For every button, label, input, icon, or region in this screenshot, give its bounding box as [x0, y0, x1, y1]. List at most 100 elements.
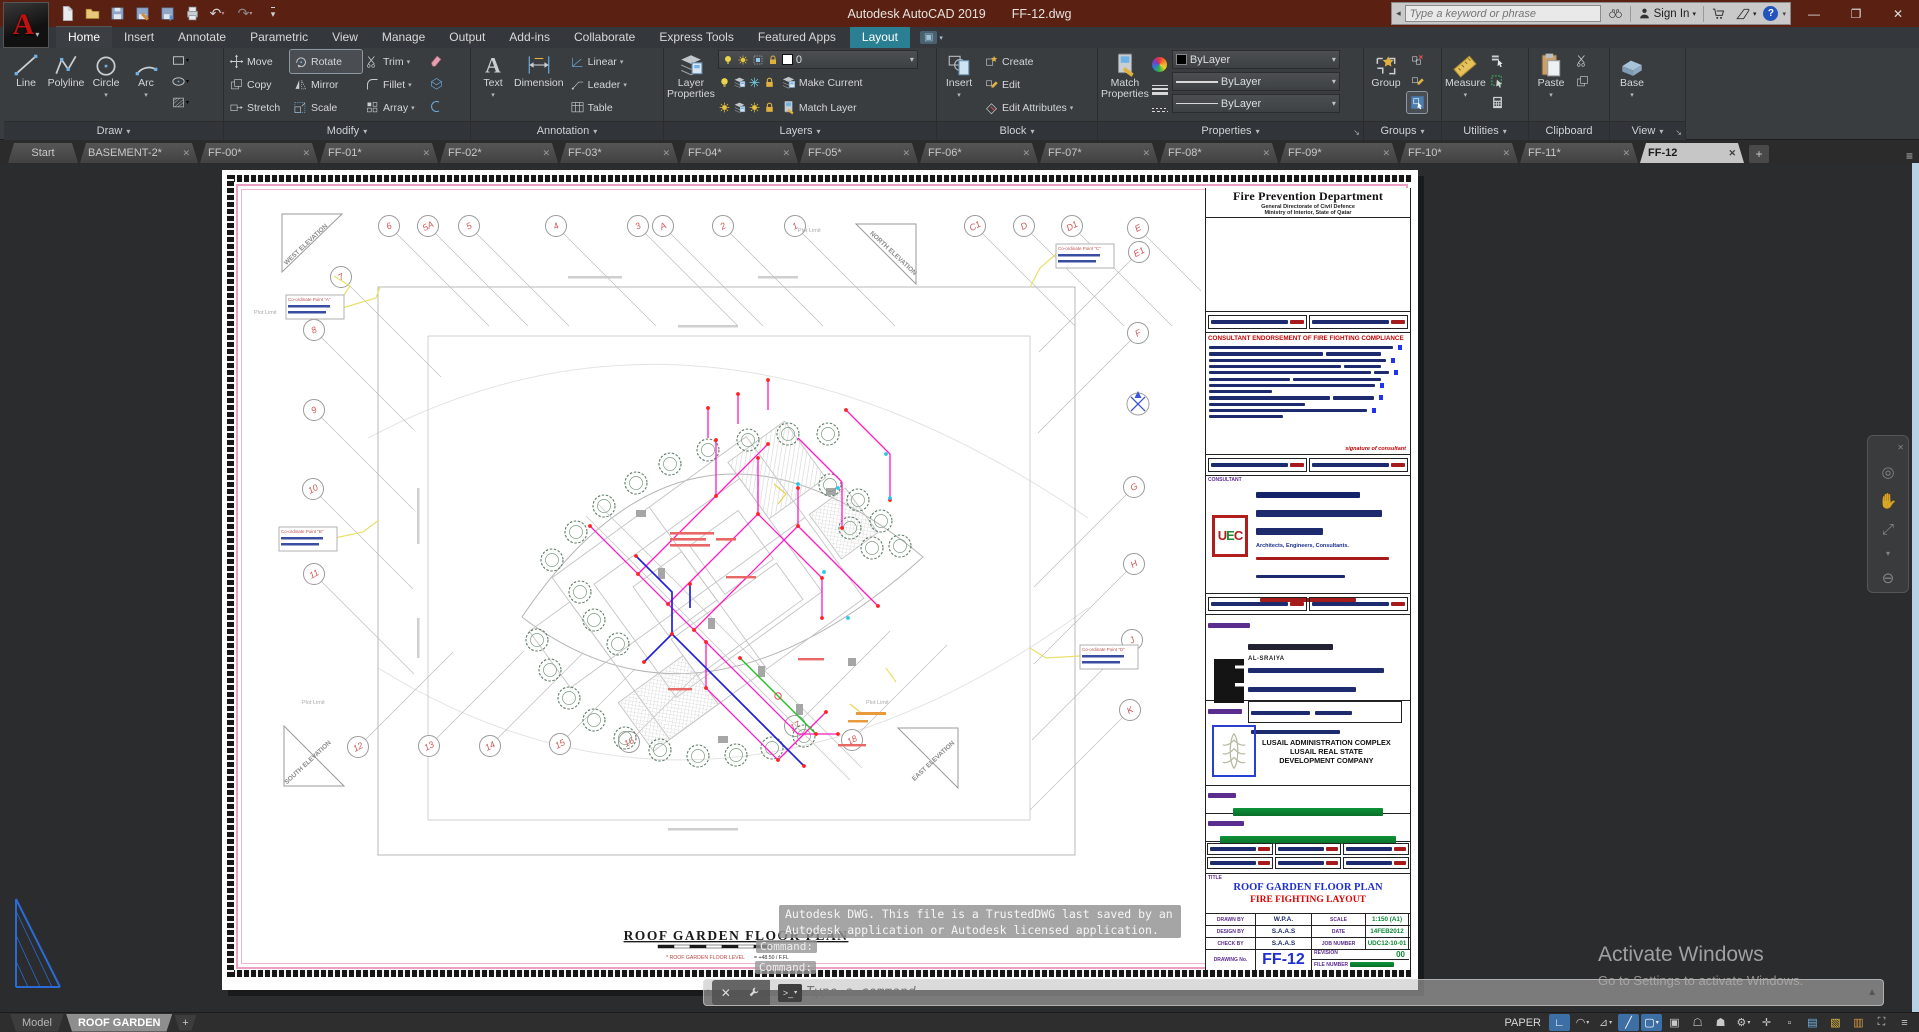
isolate-objects-icon[interactable]: ▧: [1825, 1014, 1846, 1031]
search-icon[interactable]: [1605, 4, 1626, 23]
file-tab-ff-08[interactable]: FF-08* ✕: [1160, 143, 1278, 163]
pan-hand-icon[interactable]: ✋: [1879, 492, 1898, 510]
steering-wheel-icon[interactable]: ◎: [1881, 463, 1894, 481]
file-tab-ff-11[interactable]: FF-11* ✕: [1520, 143, 1638, 163]
ribbon-tab-view[interactable]: View: [320, 27, 370, 48]
command-input[interactable]: [806, 985, 1868, 1000]
sign-in-button[interactable]: Sign In ▾: [1635, 4, 1699, 23]
lineweight-icon[interactable]: [1151, 84, 1168, 95]
tab-close-icon[interactable]: ✕: [902, 148, 910, 159]
vertical-scrollbar[interactable]: [1912, 163, 1919, 1012]
selection-cycling-icon[interactable]: ▣: [1664, 1014, 1685, 1031]
ribbon-tab-layout[interactable]: Layout: [849, 27, 910, 48]
paste-button[interactable]: Paste ▾: [1531, 50, 1571, 103]
panel-title-groups[interactable]: Groups ▾: [1364, 121, 1441, 140]
linear-button[interactable]: Linear ▾: [567, 50, 630, 73]
tab-close-icon[interactable]: ✕: [1502, 148, 1510, 159]
move-button[interactable]: Move: [226, 50, 290, 73]
file-tab-ff-06[interactable]: FF-06* ✕: [920, 143, 1038, 163]
annotation-scale-icon[interactable]: ⚙ ▾: [1733, 1014, 1754, 1031]
ribbon-tab-parametric[interactable]: Parametric: [238, 27, 320, 48]
leader-button[interactable]: Leader ▾: [567, 73, 630, 96]
layer-dropdown[interactable]: 0 ▾: [717, 50, 918, 69]
panel-title-properties[interactable]: Properties ▾ ↘: [1098, 121, 1363, 140]
file-tab-ff-09[interactable]: FF-09* ✕: [1280, 143, 1398, 163]
cut-clip-button[interactable]: [1572, 50, 1592, 71]
file-tab-ff-04[interactable]: FF-04* ✕: [680, 143, 798, 163]
ribbon-tab-insert[interactable]: Insert: [112, 27, 166, 48]
fillet-button[interactable]: Fillet ▾: [362, 73, 426, 96]
panel-title-block[interactable]: Block ▾: [937, 121, 1097, 140]
table-button[interactable]: Table: [567, 96, 630, 119]
model-tab[interactable]: Model: [10, 1014, 64, 1032]
redo-button[interactable]: ↷ ▾: [231, 4, 259, 24]
stretch-button[interactable]: Stretch: [226, 96, 290, 119]
tab-close-icon[interactable]: ✕: [1262, 148, 1270, 159]
save-button[interactable]: [106, 4, 128, 24]
qat-menu-button[interactable]: ▾: [262, 4, 284, 24]
ortho-mode-icon[interactable]: ╱: [1618, 1014, 1639, 1031]
tab-close-icon[interactable]: ✕: [1382, 148, 1390, 159]
undo-button[interactable]: ↶ ▾: [206, 4, 228, 24]
snap-mode-icon[interactable]: ∟: [1549, 1014, 1570, 1031]
linetype-dropdown[interactable]: ByLayer ▾: [1171, 94, 1340, 113]
new-drawing-tab-button[interactable]: +: [1749, 145, 1769, 163]
infocenter-collapse-icon[interactable]: ◂: [1396, 8, 1401, 19]
command-close-icon[interactable]: ✕: [721, 986, 731, 1000]
tab-close-icon[interactable]: ✕: [662, 148, 670, 159]
hatch-button[interactable]: ▾: [170, 92, 190, 113]
panel-title-draw[interactable]: Draw ▾: [4, 121, 223, 140]
file-tab-basement-2[interactable]: BASEMENT-2* ✕: [80, 143, 198, 163]
utility-qsel-button[interactable]: [1488, 50, 1508, 71]
navbar-collapse-icon[interactable]: ⊖: [1882, 569, 1895, 587]
make-current-button[interactable]: Make Current: [778, 71, 866, 94]
save-web-button[interactable]: [156, 4, 178, 24]
file-tab-ff-00[interactable]: FF-00* ✕: [200, 143, 318, 163]
file-tab-ff-07[interactable]: FF-07* ✕: [1040, 143, 1158, 163]
zoom-extents-icon[interactable]: ⤢: [1882, 521, 1894, 538]
customization-icon[interactable]: ≡: [1894, 1014, 1915, 1031]
circle-button[interactable]: Circle ▾: [86, 50, 126, 113]
file-tab-ff-10[interactable]: FF-10* ✕: [1400, 143, 1518, 163]
utility-qcalc-button[interactable]: [1488, 71, 1508, 92]
edit-button[interactable]: Edit: [981, 73, 1076, 96]
new-layout-button[interactable]: +: [174, 1015, 196, 1031]
file-tab-ff-01[interactable]: FF-01* ✕: [320, 143, 438, 163]
tab-close-icon[interactable]: ✕: [782, 148, 790, 159]
base-button[interactable]: Base ▾: [1612, 50, 1652, 103]
annotation-visibility-icon[interactable]: ☖: [1687, 1014, 1708, 1031]
color-wheel-icon[interactable]: [1151, 56, 1167, 72]
close-button[interactable]: ✕: [1877, 0, 1919, 27]
ribbon-display-toggle[interactable]: ▣ ▾: [919, 31, 943, 48]
mirror-button[interactable]: Mirror: [290, 73, 362, 96]
copy-clip-button[interactable]: [1572, 71, 1592, 92]
tab-overflow-menu-icon[interactable]: ≡: [1906, 149, 1913, 163]
ribbon-tab-annotate[interactable]: Annotate: [166, 27, 238, 48]
dynamic-ucs-icon[interactable]: ▫: [1779, 1014, 1800, 1031]
save-as-button[interactable]: [131, 4, 153, 24]
panel-title-clipboard[interactable]: Clipboard: [1529, 121, 1609, 140]
dimension-button[interactable]: Dimension: [513, 50, 565, 119]
gedit-button[interactable]: [1407, 71, 1427, 92]
tab-close-icon[interactable]: ✕: [1622, 148, 1630, 159]
ellipse-button[interactable]: ▾: [170, 71, 190, 92]
command-prompt-icon[interactable]: >_ ▾: [778, 983, 802, 1002]
polyline-button[interactable]: Polyline: [46, 50, 86, 113]
arc-button[interactable]: Arc ▾: [126, 50, 166, 113]
panel-title-layers[interactable]: Layers ▾: [664, 121, 936, 140]
command-line[interactable]: ⁞ ✕ >_▾ ▲: [703, 979, 1884, 1006]
new-file-button[interactable]: [56, 4, 78, 24]
line-button[interactable]: Line: [6, 50, 46, 113]
match-properties-button[interactable]: Match Properties: [1100, 50, 1150, 118]
isometric-drafting-icon[interactable]: ⊿ ▾: [1595, 1014, 1616, 1031]
ribbon-tab-featured-apps[interactable]: Featured Apps: [746, 27, 848, 48]
graphics-performance-icon[interactable]: ▥: [1848, 1014, 1869, 1031]
lineweight-dropdown[interactable]: ByLayer ▾: [1171, 72, 1340, 91]
tab-close-icon[interactable]: ✕: [1022, 148, 1030, 159]
ribbon-tab-add-ins[interactable]: Add-ins: [497, 27, 562, 48]
minimize-button[interactable]: —: [1793, 0, 1835, 27]
rectangle-button[interactable]: ▾: [170, 50, 190, 71]
array-button[interactable]: Array ▾: [362, 96, 426, 119]
ungroup-button[interactable]: [1407, 50, 1427, 71]
paper-space-label[interactable]: PAPER: [1505, 1017, 1541, 1029]
